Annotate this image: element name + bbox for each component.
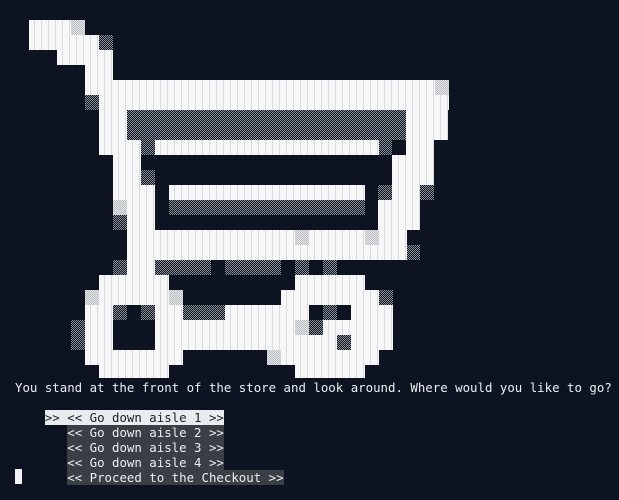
cart-block [99,140,141,155]
shadow-block [141,140,155,155]
cart-block [85,335,113,350]
cart-block [351,335,393,350]
cart-block [99,95,449,110]
shadow-block [323,260,337,275]
cart-block [127,200,155,215]
shadow-block [85,95,99,110]
cart-block [127,260,155,275]
shadow-block [141,305,155,320]
shadow-block [127,110,407,125]
menu-option-aisle-4[interactable]: << Go down aisle 4 >> [15,440,224,470]
shadow-block [309,320,323,335]
cart-block [155,320,309,335]
cart-block [378,200,420,215]
cart-block [99,110,127,125]
cart-block [351,305,393,320]
cart-block [155,335,337,350]
highlight-block [435,80,449,95]
shopping-cart-ascii-icon [29,20,449,378]
cart-block [225,305,309,320]
shadow-block [141,170,155,185]
cart-block [85,80,449,95]
highlight-block [71,20,85,35]
terminal-window: You stand at the front of the store and … [0,0,619,500]
highlight-block [365,230,379,245]
highlight-block [295,230,309,245]
shadow-block [99,35,113,50]
shadow-block [295,260,309,275]
cart-block [29,35,99,50]
cart-block [99,365,169,378]
shadow-block [379,290,393,305]
menu-option-checkout[interactable]: << Proceed to the Checkout >> [15,455,284,485]
shadow-block [323,305,337,320]
highlight-block [267,350,281,365]
cart-block [295,365,365,378]
shadow-block [113,260,127,275]
shadow-block [406,245,420,260]
cart-block [85,320,113,335]
store-prompt: You stand at the front of the store and … [15,380,612,395]
cart-block [127,245,407,260]
shadow-block [113,305,127,320]
highlight-block [85,290,99,305]
cart-block [99,125,127,140]
cart-block [281,350,379,365]
cart-block [392,155,434,170]
cart-block [406,125,448,140]
menu-option-aisle-3[interactable]: << Go down aisle 3 >> [15,425,224,455]
menu-marker [45,470,67,485]
cart-block [113,185,155,200]
highlight-block [295,320,309,335]
shadow-block [420,185,434,200]
cart-block [169,185,365,200]
cart-block [323,320,393,335]
shadow-block [71,320,85,350]
shadow-block [225,260,281,275]
cart-block [99,275,169,290]
highlight-block [169,290,183,305]
cart-block [281,290,379,305]
cart-block [85,65,113,80]
shadow-block [337,335,351,350]
cart-block [57,50,113,65]
cart-block [155,140,379,155]
cart-block [113,155,141,170]
cart-block [113,170,141,185]
shadow-block [127,125,407,140]
shadow-block [113,215,127,230]
cart-block [406,110,448,125]
cart-block [406,140,434,155]
cart-block [392,170,434,185]
text-cursor [15,469,22,484]
menu-option-label[interactable]: << Proceed to the Checkout >> [67,470,284,485]
cart-block [155,305,183,320]
menu-option-aisle-2[interactable]: << Go down aisle 2 >> [15,410,224,440]
shadow-block [378,185,392,200]
cart-block [85,305,113,320]
highlight-block [113,200,127,215]
cart-block [127,215,155,230]
shadow-block [155,260,183,275]
shadow-block [183,260,211,275]
shadow-block [378,140,392,155]
cart-block [295,275,365,290]
shadow-block [169,200,365,215]
cart-block [85,350,183,365]
cart-block [378,215,420,230]
cart-block [85,290,183,305]
menu-option-aisle-1[interactable]: >> << Go down aisle 1 >> [15,395,224,425]
cart-block [392,185,420,200]
shadow-block [183,305,225,320]
